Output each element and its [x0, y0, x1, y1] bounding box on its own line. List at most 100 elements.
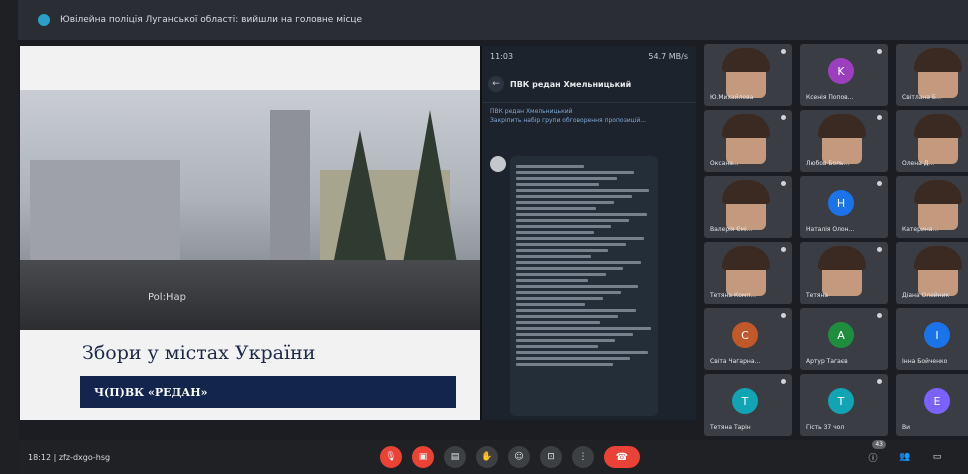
participant-name: Любов Боль... [806, 160, 850, 167]
participant-tile[interactable]: Діана Олейник [896, 242, 968, 304]
participant-tile[interactable]: Любов Боль... [800, 110, 888, 172]
sender-avatar [490, 156, 506, 172]
participant-tile[interactable]: Тетяна [800, 242, 888, 304]
message-text-line [516, 183, 599, 186]
more-options-button[interactable]: ⋮ [572, 446, 594, 468]
participant-avatar: H [828, 190, 854, 216]
participant-name: Артур Тагаєв [806, 358, 848, 365]
message-text-line [516, 201, 614, 204]
message-text-line [516, 225, 612, 228]
message-text-line [516, 207, 597, 210]
slide: Pol:Hap Збори у містах України Ч(П)ВК «Р… [20, 46, 480, 420]
mic-status-icon [877, 379, 882, 384]
participant-avatar: K [828, 58, 854, 84]
participant-tile[interactable]: Ю.Михайлова [704, 44, 792, 106]
chat-icon[interactable]: ▭ [926, 446, 948, 468]
mic-status-icon [877, 115, 882, 120]
participant-tile[interactable]: Світлана Б... [896, 44, 968, 106]
message-text-line [516, 279, 589, 282]
building [30, 160, 180, 270]
participant-tile[interactable]: T Тетяна Тарін [704, 374, 792, 436]
participant-avatar: I [924, 322, 950, 348]
slide-title: Збори у містах України [82, 342, 316, 364]
participant-name: Інна Бойченко [902, 358, 948, 365]
tower [270, 110, 310, 270]
participant-tile[interactable]: Оксана... [704, 110, 792, 172]
participant-tile[interactable]: C Світа Чагарна... [704, 308, 792, 370]
participant-avatar: T [828, 388, 854, 414]
crowd [20, 260, 480, 330]
participant-video [722, 180, 770, 204]
participant-avatar: E [924, 388, 950, 414]
participant-video [722, 246, 770, 270]
message-text-line [516, 177, 617, 180]
message-text-line [516, 267, 624, 270]
message-text-line [516, 243, 627, 246]
mic-status-icon [781, 49, 786, 54]
participant-tile[interactable]: Олена Д... [896, 110, 968, 172]
participant-tile[interactable]: Валерія Ємі... [704, 176, 792, 238]
camera-off-button[interactable]: ▣ [412, 446, 434, 468]
message-text-line [516, 309, 636, 312]
participant-tile[interactable]: E Ви [896, 374, 968, 436]
mic-status-icon [781, 313, 786, 318]
participant-name: Катерина... [902, 226, 939, 233]
participant-tile[interactable]: A Артур Тагаєв [800, 308, 888, 370]
mic-status-icon [781, 181, 786, 186]
chat-title: ПВК редан Хмельницький [510, 79, 632, 89]
message-text-line [516, 357, 631, 360]
participant-tile[interactable]: I Інна Бойченко [896, 308, 968, 370]
presenting-icon [38, 14, 50, 26]
message-text-line [516, 285, 639, 288]
participant-video [722, 48, 770, 72]
message-text-line [516, 249, 609, 252]
participant-name: Діана Олейник [902, 292, 950, 299]
info-icon[interactable]: ⓘ [862, 446, 884, 468]
meeting-toolbar: 18:12 | zfz-dxgo-hsg 🎙 ▣ ▤ ✋ ☺ ⊡ ⋮ ☎ ⓘ 👥… [18, 440, 968, 474]
participant-name: Ю.Михайлова [710, 94, 754, 101]
participant-tile[interactable]: H Наталія Олон... [800, 176, 888, 238]
slide-photo [20, 90, 480, 330]
captions-button[interactable]: ▤ [444, 446, 466, 468]
leave-call-button[interactable]: ☎ [604, 446, 640, 468]
mic-status-icon [781, 379, 786, 384]
participant-tile[interactable]: T Гість 37 чол [800, 374, 888, 436]
participant-video [914, 114, 962, 138]
photo-watermark: Pol:Hap [148, 292, 186, 303]
participant-grid: Ю.Михайлова K Ксенія Попов... Світлана Б...… [704, 44, 968, 436]
participant-name: Світлана Б... [902, 94, 942, 101]
emoji-button[interactable]: ☺ [508, 446, 530, 468]
participant-video [818, 114, 866, 138]
mic-status-icon [781, 115, 786, 120]
pinned-message: ПВК редан Хмельницький Закріпить набір г… [482, 103, 696, 129]
message-text-line [516, 171, 635, 174]
participant-tile[interactable]: Катерина... [896, 176, 968, 238]
mic-status-icon [877, 49, 882, 54]
pinned-line: Закріпить набір групи обговорення пропоз… [490, 117, 647, 124]
participant-video [914, 246, 962, 270]
meeting-info: 18:12 | zfz-dxgo-hsg [28, 452, 111, 462]
participant-video [818, 246, 866, 270]
message-text-line [516, 219, 629, 222]
participant-name: Оксана... [710, 160, 739, 167]
mic-status-icon [877, 313, 882, 318]
participant-name: Наталія Олон... [806, 226, 855, 233]
participant-video [914, 48, 962, 72]
participant-name: Ви [902, 424, 911, 431]
participant-name: Гість 37 чол [806, 424, 845, 431]
raise-hand-button[interactable]: ✋ [476, 446, 498, 468]
present-button[interactable]: ⊡ [540, 446, 562, 468]
mic-off-button[interactable]: 🎙 [380, 446, 402, 468]
slide-subtitle: Ч(П)ВК «РЕДАН» [80, 376, 456, 408]
participant-video [722, 114, 770, 138]
message-text-line [516, 231, 594, 234]
participant-tile[interactable]: Тетяна Комп... [704, 242, 792, 304]
people-icon[interactable]: 👥 43 [872, 440, 916, 468]
participant-name: Олена Д... [902, 160, 935, 167]
participant-avatar: C [732, 322, 758, 348]
participant-name: Ксенія Попов... [806, 94, 854, 101]
participant-name: Тетяна Тарін [710, 424, 751, 431]
participant-tile[interactable]: K Ксенія Попов... [800, 44, 888, 106]
participant-name: Тетяна [806, 292, 829, 299]
participant-avatar: A [828, 322, 854, 348]
